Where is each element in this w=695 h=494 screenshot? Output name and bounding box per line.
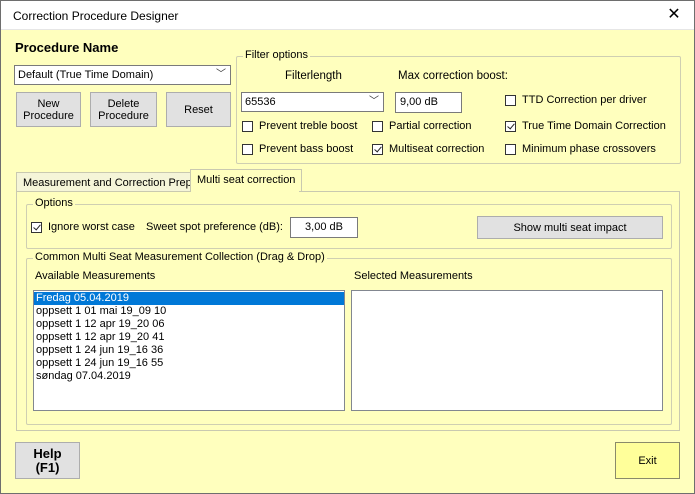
prevent-bass-label: Prevent bass boost bbox=[259, 143, 354, 155]
close-icon[interactable]: ✕ bbox=[654, 1, 694, 29]
procedure-select-value: Default (True Time Domain) bbox=[18, 69, 154, 81]
available-measurements-list[interactable]: Fredag 05.04.2019 oppsett 1 01 mai 19_09 … bbox=[33, 290, 345, 411]
options-legend: Options bbox=[33, 197, 75, 209]
selected-measurements-list[interactable] bbox=[351, 290, 663, 411]
available-label: Available Measurements bbox=[35, 270, 156, 282]
checkbox-box bbox=[505, 120, 516, 132]
partial-correction-checkbox[interactable]: Partial correction bbox=[372, 120, 472, 132]
checkbox-box bbox=[372, 143, 383, 155]
ttd-per-driver-label: TTD Correction per driver bbox=[522, 94, 647, 106]
max-boost-input[interactable]: 9,00 dB bbox=[395, 92, 462, 113]
exit-button[interactable]: Exit bbox=[615, 442, 680, 479]
sweetspot-label: Sweet spot preference (dB): bbox=[146, 221, 283, 233]
min-phase-checkbox[interactable]: Minimum phase crossovers bbox=[505, 143, 656, 155]
reset-button[interactable]: Reset bbox=[166, 92, 231, 127]
filterlength-label: Filterlength bbox=[285, 70, 342, 82]
procedure-select[interactable]: Default (True Time Domain) ﹀ bbox=[14, 65, 231, 85]
title-bar: Correction Procedure Designer ✕ bbox=[1, 1, 694, 30]
list-item[interactable]: oppsett 1 12 apr 19_20 06 bbox=[34, 318, 344, 331]
checkbox-box bbox=[505, 94, 516, 106]
tab-multi-seat[interactable]: Multi seat correction bbox=[190, 169, 303, 192]
max-boost-label: Max correction boost: bbox=[398, 70, 508, 82]
multiseat-correction-checkbox[interactable]: Multiseat correction bbox=[372, 143, 484, 155]
chevron-down-icon: ﹀ bbox=[369, 96, 379, 107]
checkbox-box bbox=[372, 120, 383, 132]
filterlength-select[interactable]: 65536 ﹀ bbox=[241, 92, 384, 112]
delete-procedure-button[interactable]: Delete Procedure bbox=[90, 92, 157, 127]
multiseat-correction-label: Multiseat correction bbox=[389, 143, 485, 155]
dialog-window: Correction Procedure Designer ✕ Procedur… bbox=[0, 0, 695, 494]
collection-legend: Common Multi Seat Measurement Collection… bbox=[33, 251, 327, 263]
procedure-heading: Procedure Name bbox=[15, 40, 119, 55]
sweetspot-input[interactable]: 3,00 dB bbox=[290, 217, 358, 238]
new-procedure-button[interactable]: New Procedure bbox=[16, 92, 81, 127]
list-item[interactable]: oppsett 1 24 jun 19_16 36 bbox=[34, 344, 344, 357]
prevent-treble-label: Prevent treble boost bbox=[259, 120, 358, 132]
tab-measurement-prep[interactable]: Measurement and Correction Prep bbox=[16, 172, 199, 192]
help-button[interactable]: Help (F1) bbox=[15, 442, 80, 479]
window-title: Correction Procedure Designer bbox=[13, 9, 179, 23]
show-impact-button[interactable]: Show multi seat impact bbox=[477, 216, 663, 239]
list-item[interactable]: oppsett 1 24 jun 19_16 55 bbox=[34, 357, 344, 370]
prevent-bass-checkbox[interactable]: Prevent bass boost bbox=[242, 143, 353, 155]
partial-correction-label: Partial correction bbox=[389, 120, 472, 132]
list-item[interactable]: søndag 07.04.2019 bbox=[34, 370, 344, 383]
list-item[interactable]: oppsett 1 12 apr 19_20 41 bbox=[34, 331, 344, 344]
checkbox-box bbox=[505, 143, 516, 155]
checkbox-box bbox=[31, 221, 42, 233]
checkbox-box bbox=[242, 120, 253, 132]
filter-options-legend: Filter options bbox=[243, 49, 310, 61]
chevron-down-icon: ﹀ bbox=[216, 69, 226, 80]
prevent-treble-checkbox[interactable]: Prevent treble boost bbox=[242, 120, 357, 132]
true-time-domain-checkbox[interactable]: True Time Domain Correction bbox=[505, 120, 666, 132]
filterlength-value: 65536 bbox=[245, 96, 276, 108]
checkbox-box bbox=[242, 143, 253, 155]
min-phase-label: Minimum phase crossovers bbox=[522, 143, 656, 155]
tab-joiner bbox=[191, 190, 299, 192]
true-time-domain-label: True Time Domain Correction bbox=[522, 120, 666, 132]
selected-label: Selected Measurements bbox=[354, 270, 473, 282]
list-item[interactable]: Fredag 05.04.2019 bbox=[34, 292, 344, 305]
ignore-worst-label: Ignore worst case bbox=[48, 221, 135, 233]
ttd-per-driver-checkbox[interactable]: TTD Correction per driver bbox=[505, 94, 647, 106]
list-item[interactable]: oppsett 1 01 mai 19_09 10 bbox=[34, 305, 344, 318]
ignore-worst-checkbox[interactable]: Ignore worst case bbox=[31, 221, 135, 233]
